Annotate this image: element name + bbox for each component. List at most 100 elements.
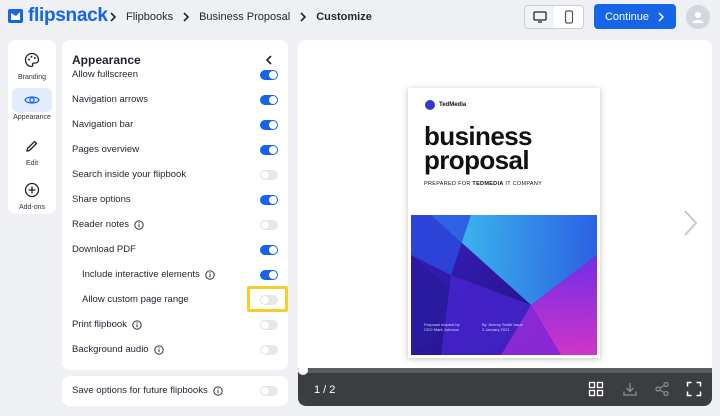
chevron-right-icon — [658, 11, 665, 22]
setting-label: Allow fullscreen — [72, 69, 138, 80]
flipbook-preview: TedMedia business proposal PREPARED FOR … — [298, 40, 712, 406]
breadcrumb-flipbooks[interactable]: Flipbooks — [126, 11, 173, 23]
page-counter: 1 / 2 — [314, 384, 336, 396]
setting-row-background-audio: Background audio — [62, 337, 288, 362]
flipbook-page[interactable]: TedMedia business proposal PREPARED FOR … — [408, 88, 600, 358]
background-audio-toggle[interactable] — [260, 344, 278, 355]
progress-bar[interactable] — [298, 365, 712, 375]
grid-view-icon[interactable] — [588, 381, 604, 397]
toggle-knob — [269, 120, 277, 129]
chevron-right-icon — [110, 12, 117, 22]
mobile-icon — [564, 10, 573, 24]
breadcrumb-business-proposal[interactable]: Business Proposal — [199, 11, 290, 23]
setting-label: Save options for future flipbooks — [72, 385, 208, 396]
info-icon[interactable] — [213, 385, 223, 396]
document-title: business proposal — [424, 123, 594, 175]
setting-label: Search inside your flipbook — [72, 169, 187, 180]
setting-label: Navigation arrows — [72, 94, 149, 105]
avatar[interactable] — [686, 5, 710, 29]
chevron-left-icon[interactable] — [262, 53, 276, 67]
toggle-knob — [269, 270, 277, 279]
brand-logo-icon — [425, 100, 435, 110]
sidebar-item-edit[interactable]: Edit — [8, 134, 56, 167]
print-flipbook-toggle[interactable] — [260, 319, 278, 330]
save-options-toggle[interactable] — [260, 385, 278, 396]
logo-text: flipsnack — [28, 5, 108, 26]
sidebar-item-add-ons[interactable]: Add-ons — [8, 178, 56, 211]
allow-fullscreen-toggle[interactable] — [260, 69, 278, 80]
toggle-knob — [269, 245, 277, 254]
setting-label: Navigation bar — [72, 119, 134, 130]
setting-row-share-options: Share options — [62, 187, 288, 212]
setting-label: Print flipbook — [72, 319, 127, 330]
setting-row-pages-overview: Pages overview — [62, 137, 288, 162]
toggle-knob — [269, 195, 277, 204]
save-options-card: Save options for future flipbooks — [62, 376, 288, 406]
panel-title: Appearance — [72, 53, 141, 67]
setting-row-allow-fullscreen: Allow fullscreen — [62, 69, 288, 87]
setting-label: Background audio — [72, 344, 149, 355]
info-icon[interactable] — [132, 319, 142, 330]
cover-credit-left: Proposal request by CEO Mark Johnson — [424, 322, 460, 332]
setting-row-print-flipbook: Print flipbook — [62, 312, 288, 337]
flipsnack-logo[interactable]: flipsnack — [8, 5, 108, 26]
download-pdf-toggle[interactable] — [260, 244, 278, 255]
sidebar-item-branding[interactable]: Branding — [8, 48, 56, 81]
setting-row-navigation-bar: Navigation bar — [62, 112, 288, 137]
toggle-knob — [261, 220, 269, 229]
desktop-icon — [532, 11, 547, 23]
setting-row-download-pdf: Download PDF — [62, 237, 288, 262]
chevron-right-icon — [183, 12, 190, 22]
navigation-arrows-toggle[interactable] — [260, 94, 278, 105]
share-icon[interactable] — [654, 381, 670, 397]
sidebar-rail: Branding Appearance Edit Add-ons — [8, 40, 56, 214]
info-icon[interactable] — [153, 344, 164, 355]
sidebar-item-label: Add-ons — [18, 204, 46, 211]
brand-name: TedMedia — [439, 102, 467, 108]
appearance-panel: Appearance Allow fullscreen Navigation ar… — [62, 40, 288, 370]
highlight-box — [247, 286, 288, 312]
top-bar: flipsnack Flipbooks Business Proposal Cu… — [0, 0, 720, 34]
logo-mark-icon — [8, 9, 23, 23]
setting-label: Pages overview — [72, 144, 140, 155]
search-inside-your-flipbook-toggle[interactable] — [260, 169, 278, 180]
navigation-bar-toggle[interactable] — [260, 119, 278, 130]
toggle-knob — [261, 320, 269, 329]
toggle-knob — [261, 170, 269, 179]
info-icon[interactable] — [134, 219, 144, 230]
sidebar-item-label: Edit — [25, 160, 39, 167]
plus-circle-icon — [24, 182, 40, 198]
include-interactive-elements-toggle[interactable] — [260, 269, 278, 280]
setting-label: Download PDF — [72, 244, 136, 255]
pages-overview-toggle[interactable] — [260, 144, 278, 155]
sidebar-item-label: Branding — [17, 74, 47, 81]
desktop-view-button[interactable] — [525, 6, 554, 28]
settings-list: Allow fullscreen Navigation arrows Navigat… — [62, 69, 288, 370]
document-subtitle: PREPARED FOR TEDMEDIA IT COMPANY — [424, 181, 543, 187]
setting-row-navigation-arrows: Navigation arrows — [62, 87, 288, 112]
setting-label: Include interactive elements — [82, 269, 200, 280]
fullscreen-icon[interactable] — [686, 381, 702, 397]
toggle-knob — [269, 95, 277, 104]
pencil-icon — [26, 140, 38, 152]
setting-row-include-interactive-elements: Include interactive elements — [62, 262, 288, 287]
sidebar-item-appearance[interactable]: Appearance — [8, 88, 56, 121]
eye-icon — [24, 96, 40, 104]
progress-handle[interactable] — [298, 365, 308, 375]
setting-label: Share options — [72, 194, 131, 205]
share-options-toggle[interactable] — [260, 194, 278, 205]
cover-artwork — [411, 215, 597, 355]
sidebar-item-label: Appearance — [13, 114, 51, 121]
breadcrumb: Flipbooks Business Proposal Customize — [100, 10, 372, 24]
mobile-view-button[interactable] — [554, 6, 583, 28]
toggle-knob — [269, 70, 277, 79]
download-icon[interactable] — [622, 381, 638, 397]
document-title-line2: proposal — [424, 145, 530, 175]
next-page-arrow-icon[interactable] — [680, 208, 700, 238]
continue-button[interactable]: Continue — [594, 4, 676, 29]
info-icon[interactable] — [205, 269, 215, 280]
setting-row-reader-notes: Reader notes — [62, 212, 288, 237]
reader-notes-toggle[interactable] — [260, 219, 278, 230]
palette-icon — [24, 52, 40, 68]
user-icon — [692, 12, 704, 23]
